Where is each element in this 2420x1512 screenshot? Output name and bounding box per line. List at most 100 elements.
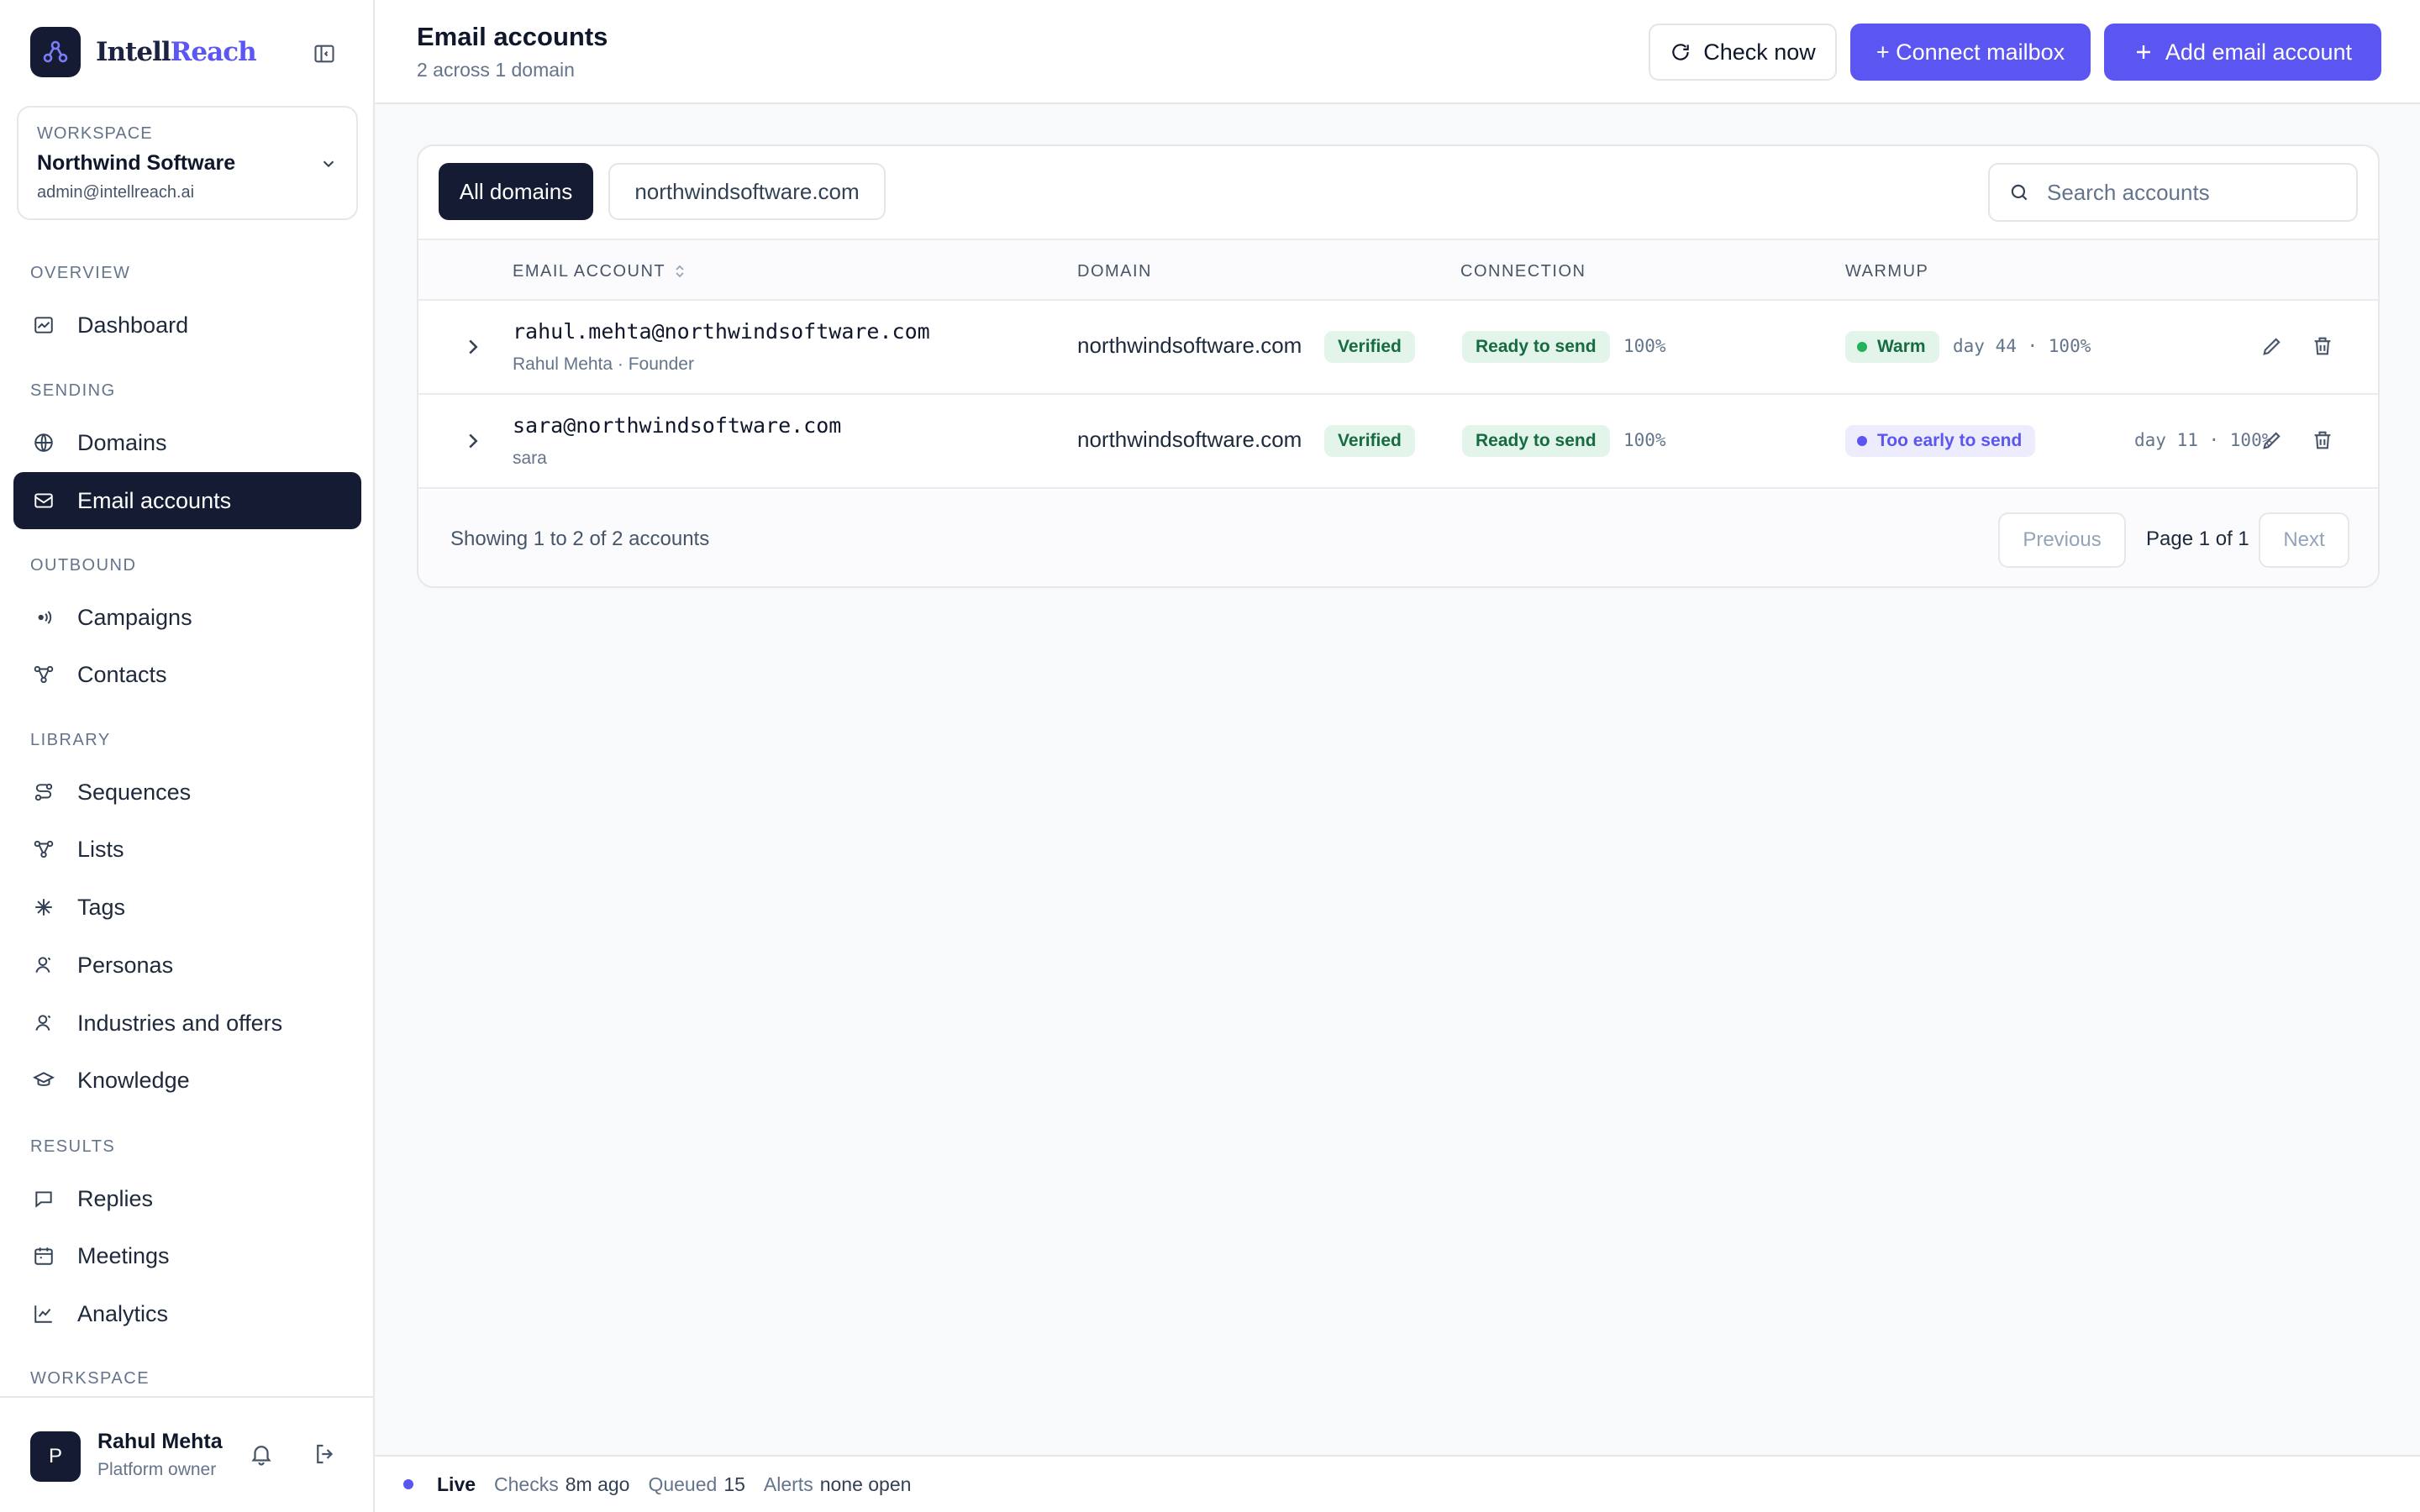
workspace-label: WORKSPACE — [37, 124, 153, 143]
live-status: Live — [437, 1473, 476, 1495]
filter-all-domains[interactable]: All domains — [439, 163, 593, 220]
connection-percent: 100% — [1623, 336, 1666, 356]
workspace-email: admin@intellreach.ai — [37, 183, 195, 202]
connection-badge: Ready to send — [1462, 425, 1610, 457]
edit-icon[interactable] — [2260, 428, 2284, 452]
sidebar-item-label: Lists — [77, 836, 124, 862]
sidebar-item-label: Replies — [77, 1185, 154, 1211]
trash-icon[interactable] — [2311, 428, 2334, 452]
account-email: sara@northwindsoftware.com — [513, 413, 842, 438]
user-icon — [32, 953, 55, 977]
check-now-button[interactable]: Check now — [1649, 24, 1837, 81]
sidebar-item-meetings[interactable]: Meetings — [13, 1227, 361, 1284]
sidebar-item-dashboard[interactable]: Dashboard — [13, 297, 361, 354]
sidebar-item-label: Sequences — [77, 779, 192, 805]
bell-icon[interactable] — [249, 1441, 274, 1467]
sidebar-item-replies[interactable]: Replies — [13, 1170, 361, 1227]
avatar[interactable]: P — [30, 1431, 81, 1482]
connect-mailbox-button[interactable]: + Connect mailbox — [1850, 24, 2091, 81]
column-domain: DOMAIN — [1077, 261, 1152, 281]
sidebar-item-label: Industries and offers — [77, 1010, 283, 1036]
status-bar: Live Checks 8m ago Queued 15 Alerts none… — [375, 1455, 2420, 1512]
chart-icon — [32, 1302, 55, 1326]
sidebar-item-label: Personas — [77, 952, 174, 978]
asterisk-icon — [32, 895, 55, 919]
connection-badge: Ready to send — [1462, 331, 1610, 363]
sidebar-item-personas[interactable]: Personas — [13, 937, 361, 994]
chevron-right-icon[interactable] — [460, 428, 486, 454]
account-name: Rahul Mehta · Founder — [513, 354, 694, 374]
chevron-right-icon[interactable] — [460, 334, 486, 360]
column-email-account[interactable]: EMAIL ACCOUNT — [513, 240, 686, 302]
search-icon — [2011, 184, 2028, 201]
accounts-card: All domains northwindsoftware.com Search… — [417, 144, 2380, 588]
sidebar-item-email-accounts[interactable]: Email accounts — [13, 472, 361, 529]
sidebar-item-industries-and-offers[interactable]: Industries and offers — [13, 995, 361, 1052]
sidebar-collapse-icon[interactable] — [311, 40, 338, 67]
alerts-value: none open — [819, 1473, 912, 1495]
logout-icon[interactable] — [313, 1441, 338, 1467]
table-row[interactable]: rahul.mehta@northwindsoftware.com Rahul … — [418, 301, 2378, 395]
sidebar-item-sequences[interactable]: Sequences — [13, 764, 361, 821]
column-warmup: WARMUP — [1845, 261, 1929, 281]
column-connection: CONNECTION — [1460, 261, 1586, 281]
page-indicator: Page 1 of 1 — [2146, 528, 2249, 550]
live-dot-icon — [403, 1479, 413, 1489]
network-icon — [32, 663, 55, 686]
sidebar: IntellReach WORKSPACE Northwind Software… — [0, 0, 375, 1512]
nav-section-outbound: OUTBOUND — [30, 556, 137, 575]
warmup-detail: day 44 · 100% — [1953, 336, 2091, 356]
sidebar-item-label: Tags — [77, 894, 126, 920]
sidebar-item-lists[interactable]: Lists — [13, 821, 361, 878]
warmup-badge: Warm — [1845, 331, 1939, 363]
sidebar-item-label: Dashboard — [77, 312, 189, 338]
edit-icon[interactable] — [2260, 334, 2284, 358]
page-subtitle: 2 across 1 domain — [417, 59, 575, 81]
connection-percent: 100% — [1623, 430, 1666, 450]
sidebar-item-tags[interactable]: Tags — [13, 879, 361, 936]
queued-label: Queued — [648, 1473, 718, 1495]
queued-value: 15 — [723, 1473, 745, 1495]
sidebar-item-label: Knowledge — [77, 1067, 190, 1093]
globe-icon — [32, 431, 55, 454]
broadcast-icon — [32, 606, 55, 629]
message-icon — [32, 1187, 55, 1210]
workspace-name: Northwind Software — [37, 151, 236, 175]
plus-icon — [2136, 45, 2150, 59]
table-row[interactable]: sara@northwindsoftware.com sara northwin… — [418, 395, 2378, 489]
page-header: Email accounts 2 across 1 domain Check n… — [375, 0, 2420, 104]
route-icon — [32, 780, 55, 804]
status-dot-icon — [1857, 436, 1867, 446]
sidebar-item-campaigns[interactable]: Campaigns — [13, 589, 361, 646]
workspace-switcher[interactable]: WORKSPACE Northwind Software admin@intel… — [17, 106, 358, 220]
book-icon — [32, 1068, 55, 1092]
nav-section-workspace: WORKSPACE — [30, 1369, 150, 1388]
verified-badge: Verified — [1324, 425, 1415, 457]
sidebar-item-label: Email accounts — [77, 487, 232, 513]
nav-section-library: LIBRARY — [30, 731, 111, 749]
account-domain: northwindsoftware.com — [1077, 427, 1302, 452]
sidebar-item-contacts[interactable]: Contacts — [13, 646, 361, 703]
checks-value: 8m ago — [565, 1473, 630, 1495]
account-domain: northwindsoftware.com — [1077, 333, 1302, 358]
sidebar-item-analytics[interactable]: Analytics — [13, 1285, 361, 1342]
user-panel: P Rahul Mehta Platform owner — [0, 1396, 373, 1512]
alerts-label: Alerts — [763, 1473, 813, 1495]
next-button[interactable]: Next — [2259, 512, 2349, 568]
filter-domain-northwindsoftware[interactable]: northwindsoftware.com — [608, 163, 886, 220]
brand-name: IntellReach — [96, 37, 257, 67]
status-dot-icon — [1857, 342, 1867, 352]
search-placeholder: Search accounts — [2047, 179, 2210, 205]
search-input[interactable]: Search accounts — [1988, 163, 2358, 222]
account-name: sara — [513, 449, 547, 468]
brand[interactable]: IntellReach — [30, 27, 257, 77]
table-header: EMAIL ACCOUNT DOMAIN CONNECTION WARMUP — [418, 239, 2378, 301]
nav-section-results: RESULTS — [30, 1137, 116, 1156]
sidebar-item-knowledge[interactable]: Knowledge — [13, 1052, 361, 1109]
sidebar-item-label: Analytics — [77, 1300, 169, 1326]
trash-icon[interactable] — [2311, 334, 2334, 358]
add-email-account-button[interactable]: Add email account — [2104, 24, 2381, 81]
sidebar-item-domains[interactable]: Domains — [13, 414, 361, 471]
network-icon — [32, 837, 55, 861]
previous-button[interactable]: Previous — [1998, 512, 2126, 568]
